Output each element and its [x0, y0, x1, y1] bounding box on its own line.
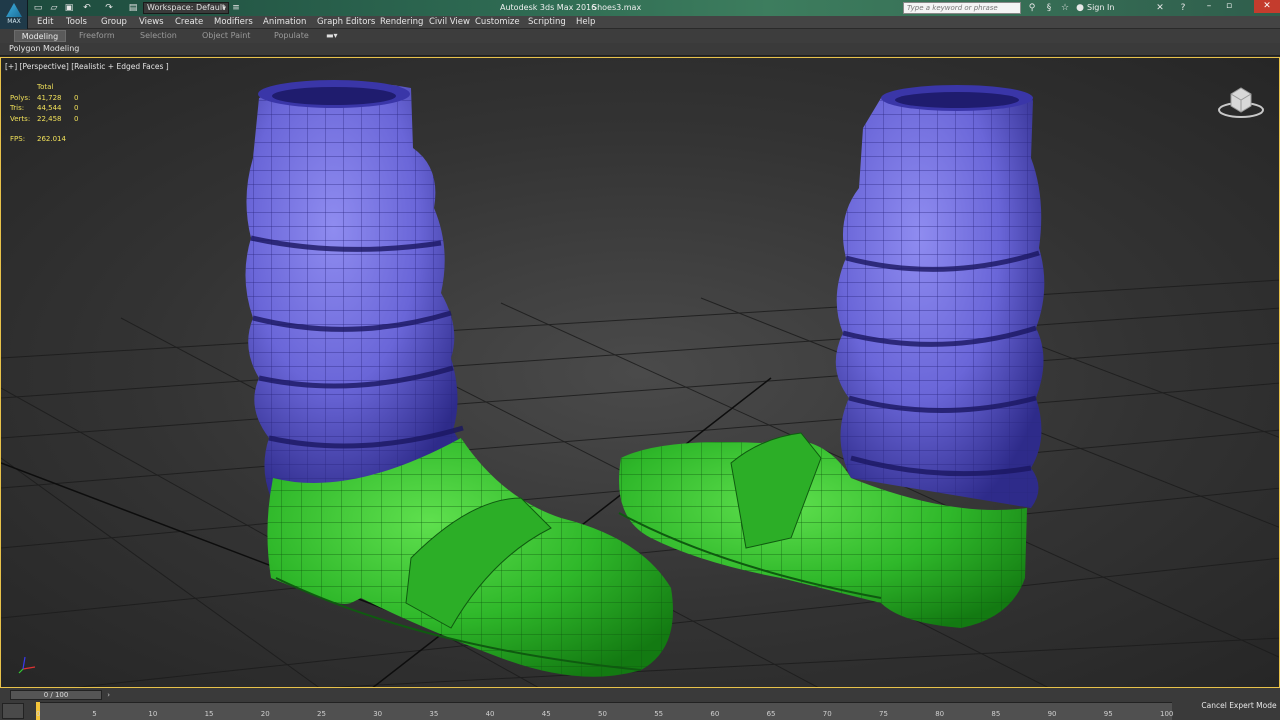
help-icon[interactable]: ?: [1178, 3, 1188, 13]
timeline: 0 / 100 › 0 5 10 15 20 25 30 35 40 45 50 55 60 65 70 75…: [0, 688, 1280, 720]
viewport-label[interactable]: [+] [Perspective] [Realistic + Edged Fac…: [5, 62, 169, 71]
menu-modifiers[interactable]: Modifiers: [214, 17, 253, 27]
stats-total-header: Total: [37, 83, 54, 91]
stats-fps-label: FPS:: [10, 135, 26, 143]
timeline-tick-label: 75: [879, 710, 888, 718]
save-icon[interactable]: ▣: [64, 3, 74, 13]
timeline-tick-label: 20: [260, 710, 270, 718]
new-file-icon[interactable]: ▭: [33, 3, 43, 13]
redo-icon[interactable]: ↷: [104, 3, 114, 13]
stats-verts-label: Verts:: [10, 114, 31, 123]
timeline-tick-label: 35: [429, 710, 439, 718]
workspace-label: Workspace: Default: [147, 3, 226, 12]
minimize-icon[interactable]: –: [1200, 0, 1218, 13]
cancel-expert-mode-button[interactable]: Cancel Expert Mode: [1198, 700, 1280, 712]
timeline-tick-label: 90: [1047, 710, 1057, 718]
viewcube-icon[interactable]: [1217, 82, 1265, 120]
menu-tools[interactable]: Tools: [66, 17, 87, 27]
timeline-tick-label: 100: [1160, 710, 1174, 718]
file-name: Shoes3.max: [592, 3, 642, 12]
close-icon[interactable]: ✕: [1254, 0, 1280, 13]
project-folder-icon[interactable]: ▤: [128, 3, 138, 13]
ribbon-options-icon[interactable]: ▬▾: [326, 31, 338, 40]
tab-freeform[interactable]: Freeform: [79, 31, 115, 40]
tab-modeling[interactable]: Modeling: [14, 30, 66, 42]
app-logo[interactable]: MAX: [0, 0, 28, 29]
menu-group[interactable]: Group: [101, 17, 127, 27]
viewport-statistics: Total Polys: 41,728 0 Tris: 44,544 0 Verts: 2…: [10, 82, 78, 145]
stats-polys-label: Polys:: [10, 93, 31, 102]
user-icon[interactable]: ●: [1075, 3, 1085, 13]
timeline-tick-label: 0: [36, 710, 41, 718]
menu-customize[interactable]: Customize: [475, 17, 520, 27]
open-file-icon[interactable]: ▱: [49, 3, 59, 13]
right-sock: [835, 85, 1045, 508]
stats-verts-selected: 0: [74, 114, 79, 123]
timeline-tick-label: 5: [92, 710, 97, 718]
timeline-tick-label: 55: [654, 710, 664, 718]
timeline-tick-label: 95: [1103, 710, 1113, 718]
menu-views[interactable]: Views: [139, 17, 164, 27]
maximize-icon[interactable]: ▫: [1220, 0, 1238, 13]
binoculars-icon[interactable]: ⚲: [1027, 3, 1037, 13]
favorites-star-icon[interactable]: ☆: [1060, 3, 1070, 13]
perspective-viewport[interactable]: [+] [Perspective] [Realistic + Edged Fac…: [0, 57, 1280, 688]
timeline-tick-label: 15: [204, 710, 214, 718]
menu-create[interactable]: Create: [175, 17, 203, 27]
maxscript-listener-icon[interactable]: [2, 703, 24, 719]
app-logo-text: MAX: [7, 18, 21, 25]
timeline-tick-label: 30: [373, 710, 383, 718]
tab-selection[interactable]: Selection: [140, 31, 177, 40]
max-logo-icon: [6, 3, 22, 17]
time-slider-value: 0 / 100: [43, 691, 69, 699]
ribbon-panel: Polygon Modeling: [0, 43, 1280, 56]
timeline-tick-label: 85: [991, 710, 1001, 718]
left-sock: [245, 80, 466, 498]
timeline-tick-label: 60: [710, 710, 720, 718]
title-bar: ▭ ▱ ▣ ↶ ↷ ▤ Workspace: Default ▾ ≡ Autod…: [0, 0, 1280, 16]
menu-civil-view[interactable]: Civil View: [429, 17, 470, 27]
timeline-tick-label: 25: [317, 710, 326, 718]
stats-fps-value: 262.014: [37, 135, 66, 143]
ribbon-tabs: Modeling Freeform Selection Object Paint…: [0, 29, 1280, 43]
tab-populate[interactable]: Populate: [274, 31, 309, 40]
timeline-tick-label: 50: [598, 710, 607, 718]
menu-graph-editors[interactable]: Graph Editors: [317, 17, 375, 27]
time-slider[interactable]: 0 / 100 ›: [10, 690, 110, 700]
axis-tripod-icon: [18, 656, 36, 674]
chevron-down-icon: ▾: [222, 4, 226, 12]
tab-object-paint[interactable]: Object Paint: [202, 31, 250, 40]
stats-polys-value: 41,728: [37, 93, 62, 102]
exchange-icon[interactable]: ✕: [1155, 3, 1165, 13]
undo-icon[interactable]: ↶: [82, 3, 92, 13]
menu-edit[interactable]: Edit: [37, 17, 53, 27]
menu-scripting[interactable]: Scripting: [528, 17, 566, 27]
timeline-tick-label: 65: [766, 710, 776, 718]
stats-verts-value: 22,458: [37, 114, 62, 123]
timeline-tick-label: 80: [935, 710, 945, 718]
stats-tris-label: Tris:: [10, 104, 25, 112]
polygon-modeling-panel[interactable]: Polygon Modeling: [9, 44, 79, 53]
menu-bar: Edit Tools Group Views Create Modifiers …: [28, 16, 1280, 29]
app-title: Autodesk 3ds Max 2016: [500, 3, 597, 12]
timeline-tick-label: 40: [485, 710, 495, 718]
menu-rendering[interactable]: Rendering: [380, 17, 423, 27]
subscription-icon[interactable]: §: [1044, 3, 1054, 13]
sign-in-link[interactable]: Sign In: [1087, 3, 1114, 12]
timeline-tick-label: 70: [822, 710, 832, 718]
stats-polys-selected: 0: [74, 93, 79, 102]
workspace-dropdown[interactable]: Workspace: Default ▾: [143, 2, 229, 14]
timeline-tick-label: 45: [541, 710, 551, 718]
menu-animation[interactable]: Animation: [263, 17, 306, 27]
viewport-scene: [1, 80, 1279, 687]
chevron-right-icon[interactable]: ›: [107, 691, 110, 699]
search-input[interactable]: Type a keyword or phrase: [903, 2, 1021, 14]
stats-tris-value: 44,544: [37, 104, 62, 112]
workspace-menu-icon[interactable]: ≡: [231, 3, 241, 13]
menu-help[interactable]: Help: [576, 17, 595, 27]
stats-tris-selected: 0: [74, 104, 79, 112]
timeline-tick-label: 10: [148, 710, 158, 718]
